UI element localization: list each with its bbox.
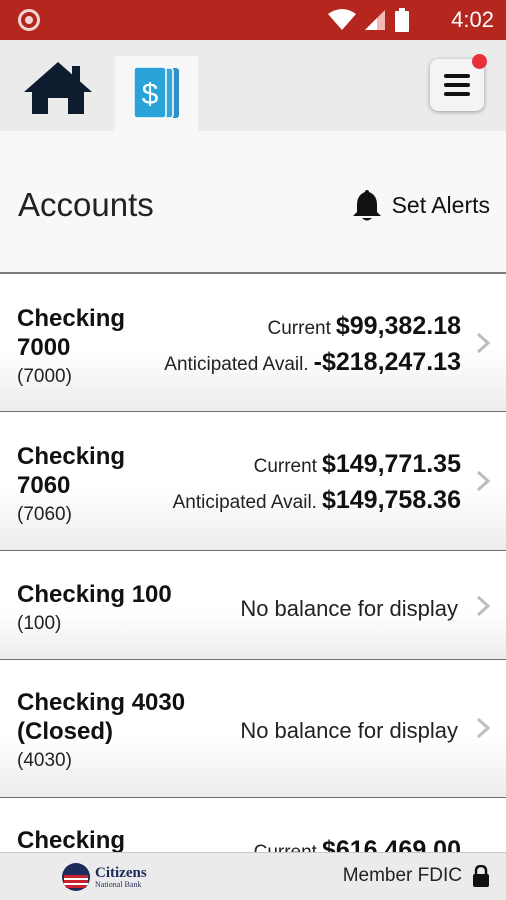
logo-line2: National Bank: [95, 879, 142, 889]
member-fdic: Member FDIC: [343, 865, 490, 887]
account-row[interactable]: Checking 100 (100) No balance for displa…: [0, 551, 506, 660]
current-amount: $99,382.18: [335, 312, 461, 340]
account-number: (7060): [17, 504, 72, 525]
anticipated-balance: Anticipated Avail. -$218,247.13: [164, 348, 461, 377]
anticipated-balance: Anticipated Avail. $149,758.36: [173, 486, 461, 515]
account-number: (100): [17, 613, 62, 634]
status-icons: [328, 8, 410, 32]
account-name: Checking 4030: [17, 689, 186, 716]
no-balance-message: No balance for display: [240, 596, 458, 621]
accounts-tab[interactable]: $: [115, 56, 198, 131]
account-number: (7000): [17, 366, 72, 387]
account-name-line2: (Closed): [17, 718, 113, 745]
account-row[interactable]: Checking 4030 (Closed) (4030) No balance…: [0, 660, 506, 798]
account-name-line2: 7000: [17, 334, 71, 361]
svg-text:$: $: [142, 78, 159, 111]
account-row[interactable]: Checking 7060 (7060) Current $149,771.35…: [0, 412, 506, 551]
page-header: Accounts Set Alerts: [0, 131, 506, 274]
top-nav: $: [0, 40, 506, 131]
current-label: Current: [253, 456, 317, 477]
logo-line1: Citizens: [95, 864, 147, 881]
signal-icon: [365, 10, 385, 30]
account-name: Checking: [17, 827, 126, 852]
menu-button[interactable]: [430, 54, 487, 111]
notification-dot: [472, 54, 487, 69]
account-name-line2: 7060: [17, 472, 71, 499]
fdic-label: Member FDIC: [342, 865, 462, 886]
set-alerts-button[interactable]: Set Alerts: [352, 185, 490, 225]
battery-icon: [395, 8, 409, 32]
account-row[interactable]: Checking Current $616,469.00: [0, 798, 506, 852]
current-balance: Current $149,771.35: [254, 450, 461, 479]
clock: 4:02: [451, 7, 494, 32]
account-name: Checking 100: [17, 581, 172, 608]
current-label: Current: [267, 318, 331, 339]
page-title: Accounts: [18, 186, 154, 223]
anticipated-amount: $149,758.36: [321, 486, 461, 514]
footer: Citizens National Bank Member FDIC: [0, 852, 506, 900]
bank-logo: Citizens National Bank: [61, 861, 147, 893]
account-name: Checking: [17, 443, 126, 470]
accounts-dollar-icon: $: [133, 66, 179, 119]
wifi-icon: [328, 9, 356, 30]
chevron-right-icon: [476, 332, 491, 354]
flag-circle-icon: [62, 863, 90, 891]
anticipated-label: Anticipated Avail.: [172, 492, 317, 513]
lock-icon: [473, 865, 489, 887]
account-number: (4030): [17, 750, 72, 771]
recording-icon: [18, 9, 40, 31]
current-amount: $616,469.00: [321, 836, 461, 852]
chevron-right-icon: [476, 595, 491, 617]
bell-icon: [352, 190, 381, 221]
account-name: Checking: [17, 305, 126, 332]
anticipated-amount: -$218,247.13: [313, 348, 461, 376]
status-bar: 4:02: [0, 0, 506, 40]
set-alerts-label: Set Alerts: [391, 191, 490, 218]
accounts-list: Checking 7000 (7000) Current $99,382.18 …: [0, 274, 506, 852]
chevron-right-icon: [476, 470, 491, 492]
home-tab[interactable]: [22, 58, 94, 120]
hamburger-menu-icon: [444, 74, 470, 96]
current-balance: Current $99,382.18: [268, 312, 461, 341]
no-balance-message: No balance for display: [240, 718, 458, 743]
current-label: Current: [254, 842, 317, 852]
anticipated-label: Anticipated Avail.: [164, 354, 309, 375]
current-amount: $149,771.35: [321, 450, 461, 478]
home-icon: [24, 62, 92, 114]
current-balance: Current $616,469.00: [254, 836, 461, 852]
account-row[interactable]: Checking 7000 (7000) Current $99,382.18 …: [0, 274, 506, 412]
chevron-right-icon: [476, 717, 491, 739]
